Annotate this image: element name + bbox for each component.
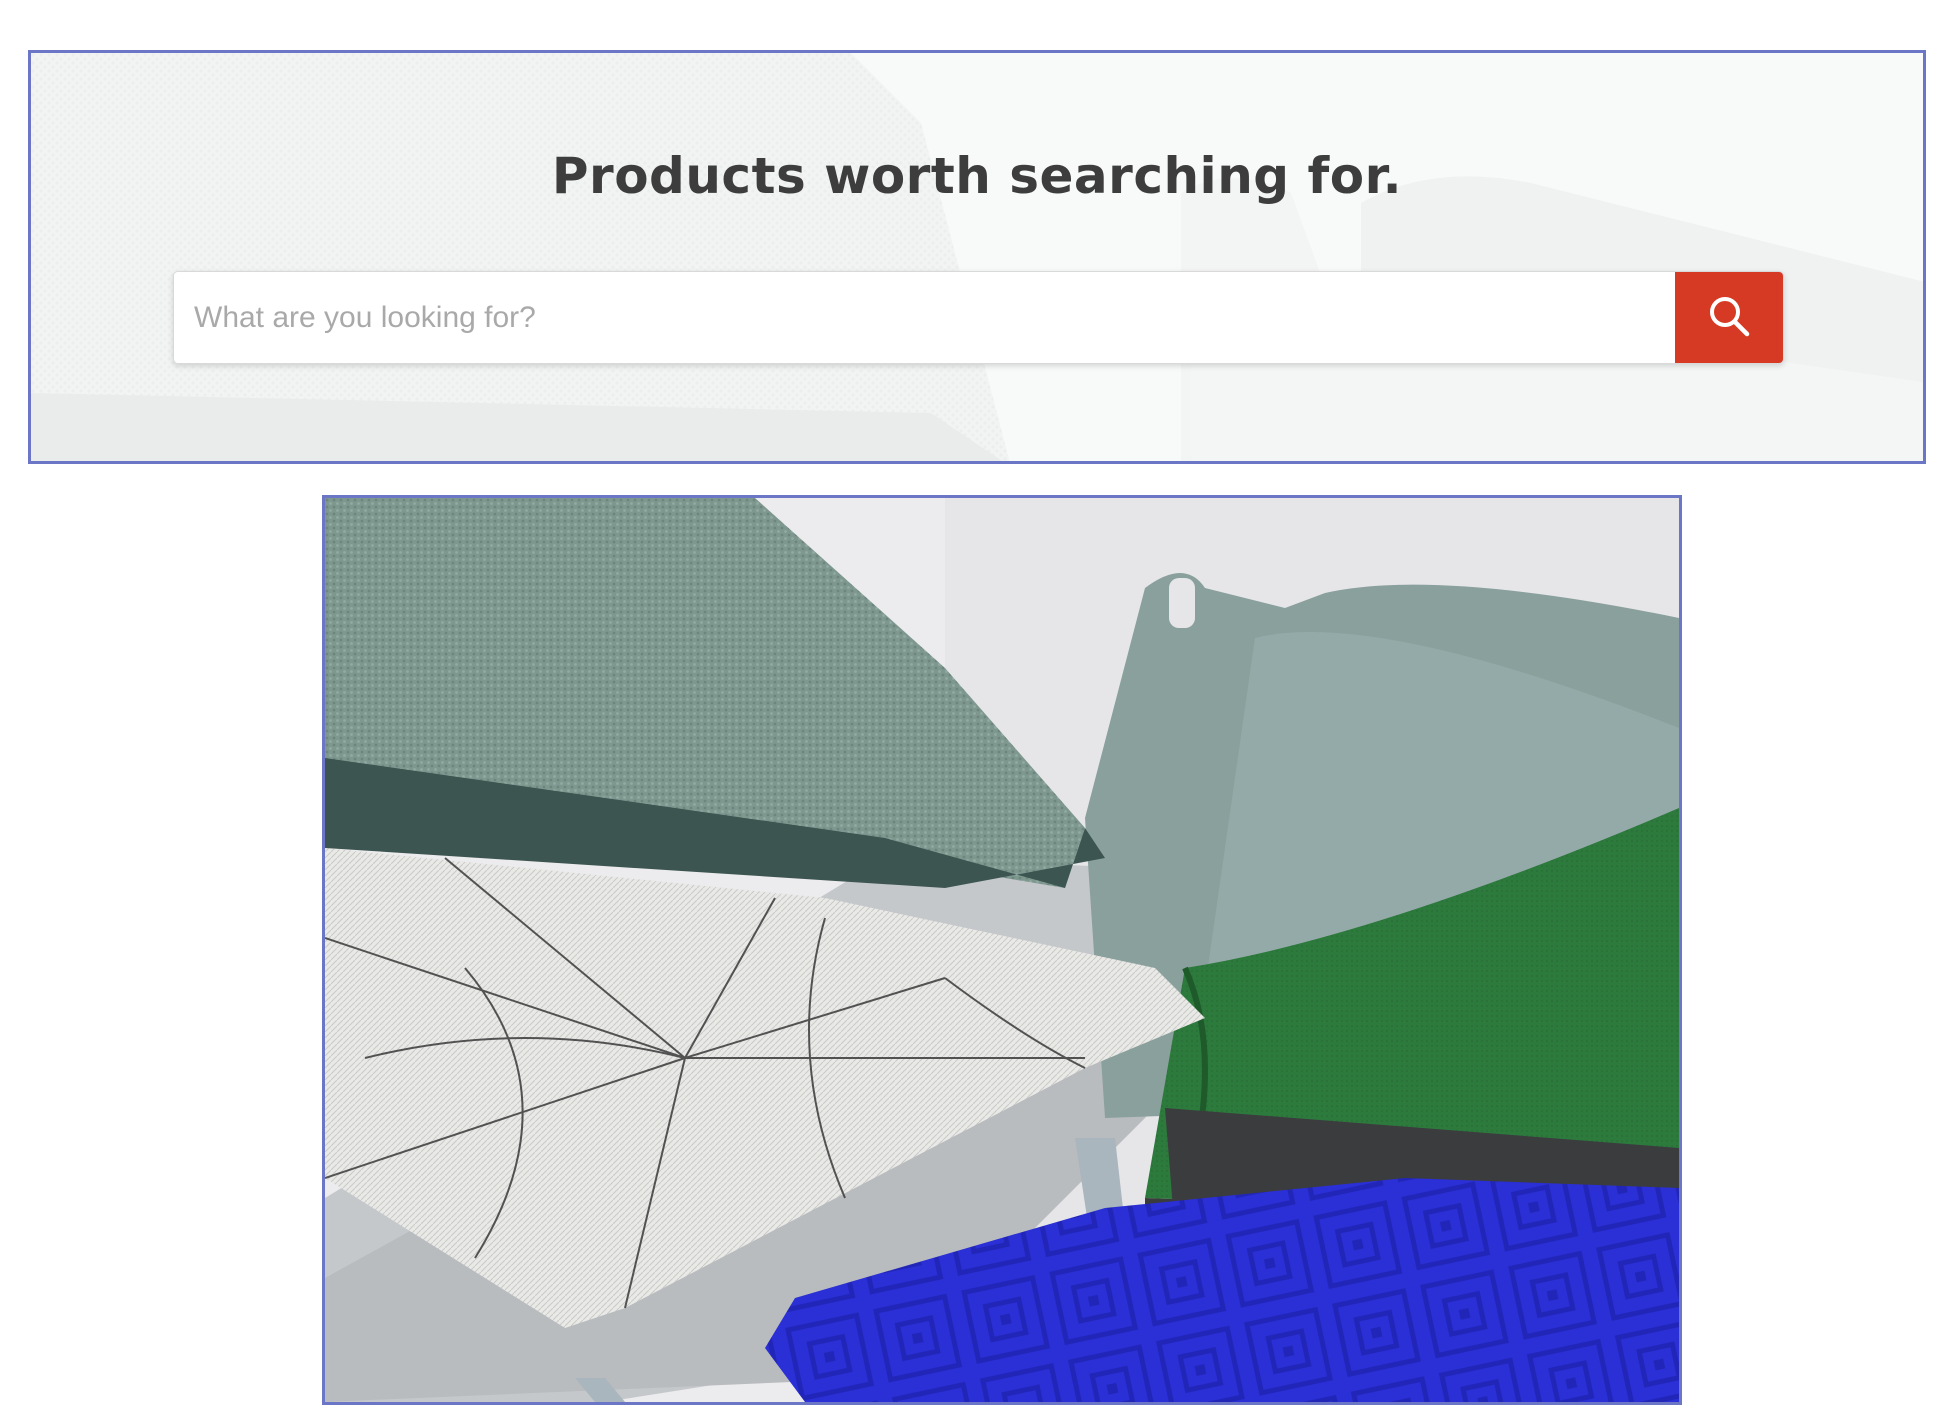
- hero-overlay: [31, 53, 1923, 461]
- hero-title: Products worth searching for.: [551, 147, 1403, 205]
- search-input[interactable]: [174, 272, 1675, 363]
- product-image: [322, 495, 1682, 1405]
- search-icon: [1707, 294, 1751, 341]
- search-button[interactable]: [1675, 272, 1783, 363]
- search-form: [173, 271, 1784, 364]
- hero-search-section: Products worth searching for.: [28, 50, 1926, 464]
